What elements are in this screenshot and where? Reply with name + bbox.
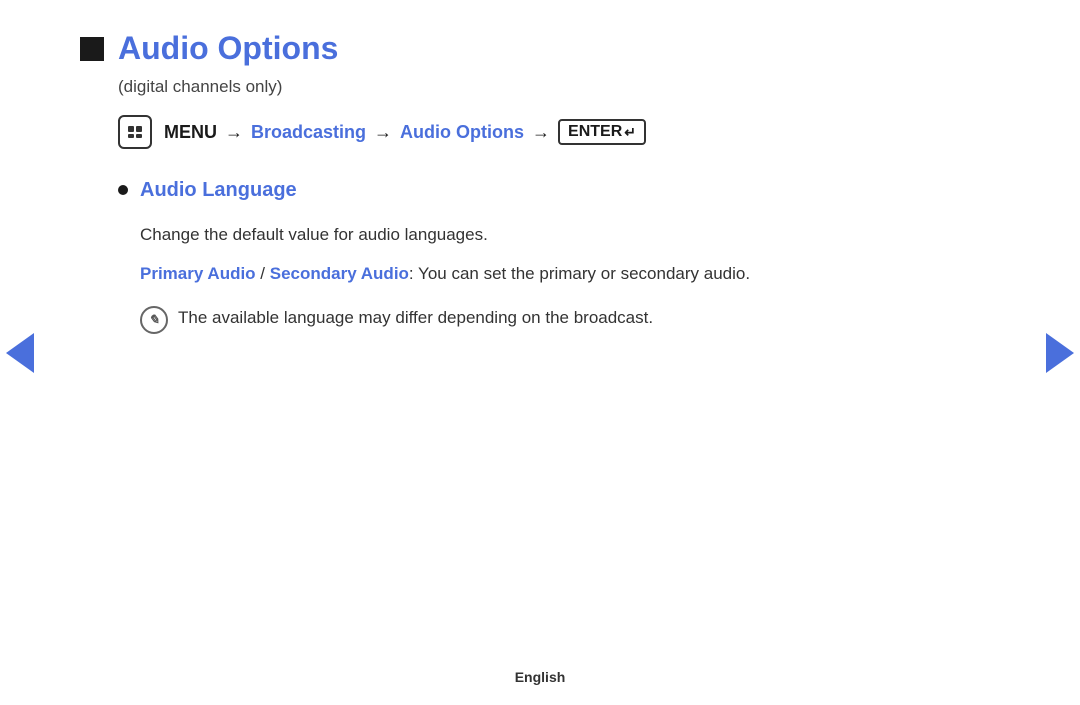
- breadcrumb-arrow-1: →: [225, 122, 243, 143]
- right-arrow-icon: [1046, 333, 1074, 373]
- enter-label: ENTER: [568, 123, 622, 141]
- section-icon: [80, 37, 104, 61]
- footer: English: [515, 669, 566, 685]
- bullet-dot: [118, 185, 128, 195]
- page-title: Audio Options: [118, 30, 338, 67]
- menu-icon: [118, 115, 152, 149]
- note-icon: ✎: [140, 306, 168, 334]
- note-icon-symbol: ✎: [149, 312, 160, 328]
- breadcrumb-link-broadcasting: Broadcasting: [251, 122, 366, 143]
- primary-secondary-row: Primary Audio / Secondary Audio: You can…: [140, 260, 1000, 287]
- description-text: Change the default value for audio langu…: [140, 222, 1000, 248]
- audio-language-item: Audio Language: [118, 179, 1000, 210]
- enter-symbol: ↵: [624, 124, 636, 141]
- title-row: Audio Options: [80, 30, 1000, 67]
- menu-label: MENU: [164, 122, 217, 143]
- secondary-audio-label: Secondary Audio: [270, 264, 409, 283]
- audio-language-heading: Audio Language: [140, 179, 297, 202]
- nav-right-button[interactable]: [1040, 328, 1080, 378]
- breadcrumb: MENU → Broadcasting → Audio Options → EN…: [118, 115, 1000, 149]
- note-row: ✎ The available language may differ depe…: [140, 305, 1000, 334]
- left-arrow-icon: [6, 333, 34, 373]
- primary-secondary-suffix: : You can set the primary or secondary a…: [409, 264, 750, 283]
- note-text: The available language may differ depend…: [178, 305, 653, 331]
- page-container: Audio Options (digital channels only) ME…: [0, 0, 1080, 705]
- section-content: Audio Language Change the default value …: [118, 179, 1000, 334]
- breadcrumb-arrow-3: →: [532, 122, 550, 143]
- enter-button-box: ENTER↵: [558, 119, 646, 145]
- primary-audio-label: Primary Audio: [140, 264, 256, 283]
- breadcrumb-link-audio-options: Audio Options: [400, 122, 524, 143]
- nav-left-button[interactable]: [0, 328, 40, 378]
- breadcrumb-arrow-2: →: [374, 122, 392, 143]
- separator: /: [256, 264, 270, 283]
- subtitle: (digital channels only): [118, 77, 1000, 97]
- footer-language: English: [515, 669, 566, 685]
